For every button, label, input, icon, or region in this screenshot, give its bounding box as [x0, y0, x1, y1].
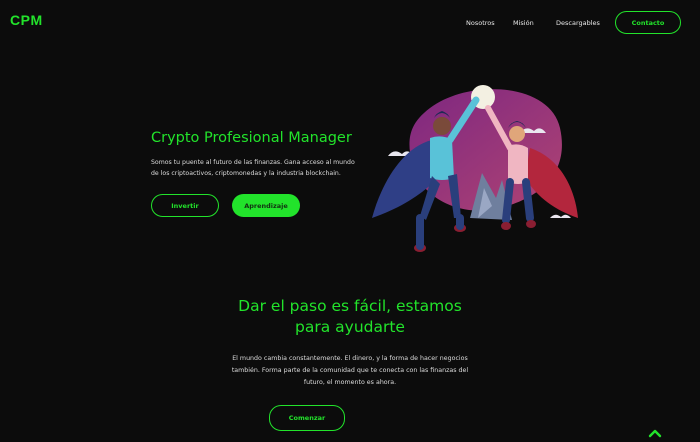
nav-descargables[interactable]: Descargables — [556, 19, 600, 27]
section-description: El mundo cambia constantemente. El diner… — [231, 355, 469, 386]
logo[interactable]: CPM — [10, 12, 43, 28]
chevron-up-icon[interactable] — [648, 423, 662, 438]
contact-button[interactable]: Contacto — [615, 11, 681, 34]
hero-title: Crypto Profesional Manager — [151, 130, 352, 146]
section-title: Dar el paso es fácil, estamos para ayuda… — [150, 296, 550, 338]
nav-mision[interactable]: Misión — [513, 19, 534, 27]
hero-description: Somos tu puente al futuro de las finanza… — [151, 159, 355, 177]
section-title-line2: para ayudarte — [295, 318, 405, 336]
invest-button[interactable]: Invertir — [151, 194, 219, 217]
start-button[interactable]: Comenzar — [269, 405, 345, 431]
section-title-line1: Dar el paso es fácil, estamos — [238, 297, 462, 315]
learn-button[interactable]: Aprendizaje — [232, 194, 300, 217]
hero-illustration — [360, 78, 590, 272]
nav-nosotros[interactable]: Nosotros — [466, 19, 495, 27]
